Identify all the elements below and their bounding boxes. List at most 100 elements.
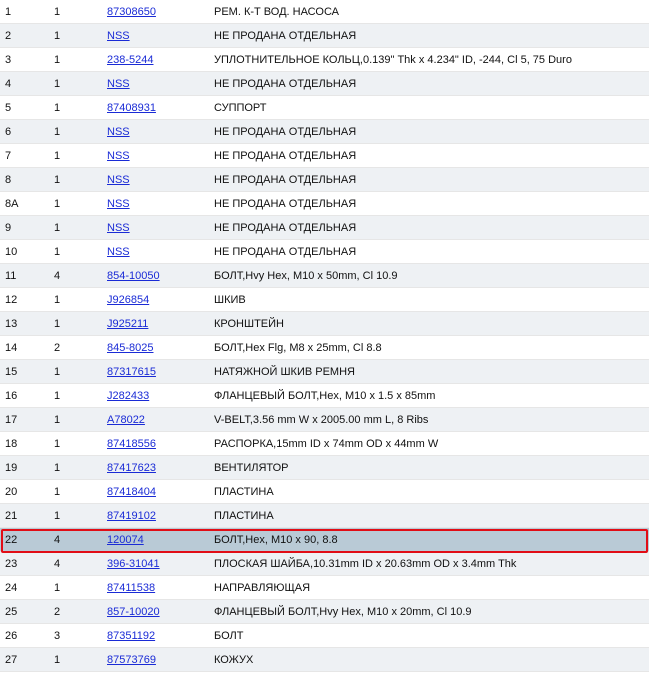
part-description: ПЛАСТИНА xyxy=(214,510,274,522)
position-number: 17 xyxy=(5,414,18,426)
table-row[interactable]: 19 1 87417623 ВЕНТИЛЯТОР xyxy=(0,456,649,480)
quantity: 1 xyxy=(54,510,61,522)
table-row[interactable]: 26 3 87351192 БОЛТ xyxy=(0,624,649,648)
position-number: 3 xyxy=(5,54,12,66)
table-row[interactable]: 11 4 854-10050 БОЛТ,Hvy Hex, M10 x 50mm, Cl… xyxy=(0,264,649,288)
part-number-cell: 87408931 xyxy=(107,96,207,119)
part-number-link[interactable]: NSS xyxy=(107,222,130,234)
part-description: НАПРАВЛЯЮЩАЯ xyxy=(214,582,311,594)
part-number-link[interactable]: 87417623 xyxy=(107,462,156,474)
table-row[interactable]: 20 1 87418404 ПЛАСТИНА xyxy=(0,480,649,504)
part-number-link[interactable]: 845-8025 xyxy=(107,342,154,354)
part-description: ШКИВ xyxy=(214,294,246,306)
quantity: 1 xyxy=(54,246,61,258)
part-number-link[interactable]: NSS xyxy=(107,150,130,162)
part-number-cell: 120074 xyxy=(107,528,207,551)
quantity: 1 xyxy=(54,222,61,234)
quantity: 1 xyxy=(54,582,61,594)
position-number: 25 xyxy=(5,606,18,618)
position-number: 18 xyxy=(5,438,18,450)
part-number-link[interactable]: NSS xyxy=(107,126,130,138)
table-row[interactable]: 17 1 A78022 V-BELT,3.56 mm W x 2005.00 mm L… xyxy=(0,408,649,432)
table-row[interactable]: 13 1 J925211 КРОНШТЕЙН xyxy=(0,312,649,336)
part-number-link[interactable]: 120074 xyxy=(107,534,144,546)
part-number-cell: NSS xyxy=(107,72,207,95)
part-number-link[interactable]: 87418556 xyxy=(107,438,156,450)
parts-table: 1 1 87308650 РЕМ. К-Т ВОД. НАСОСА 2 1 NSS НЕ ПР… xyxy=(0,0,649,672)
quantity: 1 xyxy=(54,654,61,666)
table-row[interactable]: 15 1 87317615 НАТЯЖНОЙ ШКИВ РЕМНЯ xyxy=(0,360,649,384)
table-row[interactable]: 8 1 NSS НЕ ПРОДАНА ОТДЕЛЬНАЯ xyxy=(0,168,649,192)
position-number: 15 xyxy=(5,366,18,378)
part-number-cell: 87351192 xyxy=(107,624,207,647)
quantity: 4 xyxy=(54,558,61,570)
part-description: ВЕНТИЛЯТОР xyxy=(214,462,289,474)
table-row[interactable]: 1 1 87308650 РЕМ. К-Т ВОД. НАСОСА xyxy=(0,0,649,24)
quantity: 1 xyxy=(54,294,61,306)
part-number-link[interactable]: 87308650 xyxy=(107,6,156,18)
part-number-link[interactable]: 87573769 xyxy=(107,654,156,666)
table-row[interactable]: 5 1 87408931 СУППОРТ xyxy=(0,96,649,120)
table-row[interactable]: 7 1 NSS НЕ ПРОДАНА ОТДЕЛЬНАЯ xyxy=(0,144,649,168)
table-row[interactable]: 25 2 857-10020 ФЛАНЦЕВЫЙ БОЛТ,Hvy Hex, M10 … xyxy=(0,600,649,624)
table-row[interactable]: 16 1 J282433 ФЛАНЦЕВЫЙ БОЛТ,Hex, M10 x 1.5 … xyxy=(0,384,649,408)
table-row[interactable]: 3 1 238-5244 УПЛОТНИТЕЛЬНОЕ КОЛЬЦ,0.139" Th… xyxy=(0,48,649,72)
part-number-cell: NSS xyxy=(107,192,207,215)
part-number-link[interactable]: A78022 xyxy=(107,414,145,426)
position-number: 13 xyxy=(5,318,18,330)
part-number-cell: 87419102 xyxy=(107,504,207,527)
part-number-link[interactable]: J282433 xyxy=(107,390,149,402)
part-description: УПЛОТНИТЕЛЬНОЕ КОЛЬЦ,0.139" Thk x 4.234"… xyxy=(214,54,572,66)
part-number-cell: 87317615 xyxy=(107,360,207,383)
table-row[interactable]: 12 1 J926854 ШКИВ xyxy=(0,288,649,312)
part-number-link[interactable]: 87419102 xyxy=(107,510,156,522)
table-row[interactable]: 10 1 NSS НЕ ПРОДАНА ОТДЕЛЬНАЯ xyxy=(0,240,649,264)
part-number-link[interactable]: 87408931 xyxy=(107,102,156,114)
part-number-link[interactable]: NSS xyxy=(107,198,130,210)
table-row-selected[interactable]: 22 4 120074 БОЛТ,Hex, M10 x 90, 8.8 xyxy=(0,528,649,552)
table-row[interactable]: 24 1 87411538 НАПРАВЛЯЮЩАЯ xyxy=(0,576,649,600)
part-number-link[interactable]: 396-31041 xyxy=(107,558,160,570)
part-number-link[interactable]: 87418404 xyxy=(107,486,156,498)
table-row[interactable]: 23 4 396-31041 ПЛОСКАЯ ШАЙБА,10.31mm ID x 2… xyxy=(0,552,649,576)
quantity: 1 xyxy=(54,366,61,378)
part-number-link[interactable]: 87317615 xyxy=(107,366,156,378)
table-row[interactable]: 8A 1 NSS НЕ ПРОДАНА ОТДЕЛЬНАЯ xyxy=(0,192,649,216)
part-number-link[interactable]: J926854 xyxy=(107,294,149,306)
part-number-cell: 396-31041 xyxy=(107,552,207,575)
part-number-link[interactable]: 87351192 xyxy=(107,630,155,642)
quantity: 1 xyxy=(54,390,61,402)
position-number: 6 xyxy=(5,126,12,138)
quantity: 1 xyxy=(54,54,61,66)
position-number: 9 xyxy=(5,222,12,234)
table-row[interactable]: 9 1 NSS НЕ ПРОДАНА ОТДЕЛЬНАЯ xyxy=(0,216,649,240)
position-number: 5 xyxy=(5,102,12,114)
quantity: 2 xyxy=(54,606,61,618)
table-row[interactable]: 14 2 845-8025 БОЛТ,Hex Flg, M8 x 25mm, Cl 8… xyxy=(0,336,649,360)
part-number-link[interactable]: 87411538 xyxy=(107,582,155,594)
part-number-link[interactable]: NSS xyxy=(107,30,130,42)
table-row[interactable]: 21 1 87419102 ПЛАСТИНА xyxy=(0,504,649,528)
part-description: СУППОРТ xyxy=(214,102,267,114)
quantity: 4 xyxy=(54,534,61,546)
part-description: ФЛАНЦЕВЫЙ БОЛТ,Hex, M10 x 1.5 x 85mm xyxy=(214,390,436,402)
part-description: ПЛОСКАЯ ШАЙБА,10.31mm ID x 20.63mm OD x … xyxy=(214,558,517,570)
part-number-cell: NSS xyxy=(107,120,207,143)
part-description: НЕ ПРОДАНА ОТДЕЛЬНАЯ xyxy=(214,222,357,234)
part-number-link[interactable]: NSS xyxy=(107,246,130,258)
part-number-link[interactable]: J925211 xyxy=(107,318,148,330)
part-number-link[interactable]: 238-5244 xyxy=(107,54,154,66)
table-row[interactable]: 6 1 NSS НЕ ПРОДАНА ОТДЕЛЬНАЯ xyxy=(0,120,649,144)
part-number-link[interactable]: 857-10020 xyxy=(107,606,160,618)
quantity: 4 xyxy=(54,270,61,282)
part-number-link[interactable]: 854-10050 xyxy=(107,270,160,282)
part-number-link[interactable]: NSS xyxy=(107,174,130,186)
table-row[interactable]: 2 1 NSS НЕ ПРОДАНА ОТДЕЛЬНАЯ xyxy=(0,24,649,48)
quantity: 1 xyxy=(54,126,61,138)
quantity: 1 xyxy=(54,486,61,498)
table-row[interactable]: 4 1 NSS НЕ ПРОДАНА ОТДЕЛЬНАЯ xyxy=(0,72,649,96)
part-number-link[interactable]: NSS xyxy=(107,78,130,90)
part-description: БОЛТ,Hex, M10 x 90, 8.8 xyxy=(214,534,338,546)
table-row[interactable]: 18 1 87418556 РАСПОРКА,15mm ID x 74mm OD x … xyxy=(0,432,649,456)
table-row[interactable]: 27 1 87573769 КОЖУХ xyxy=(0,648,649,672)
